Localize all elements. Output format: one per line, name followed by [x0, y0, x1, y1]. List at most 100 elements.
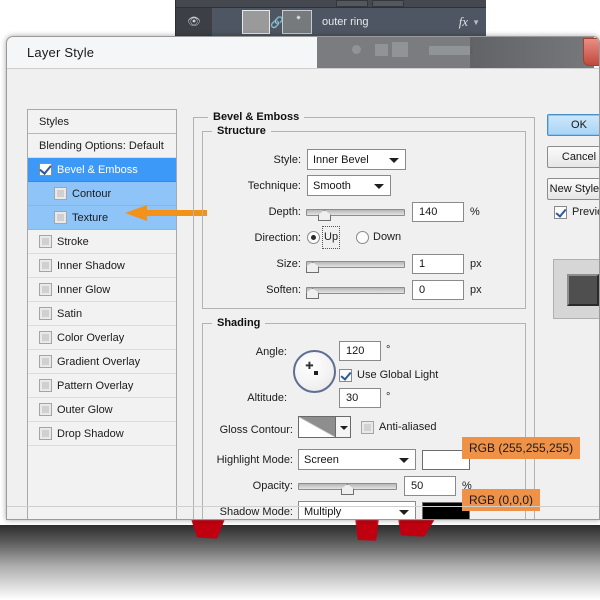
size-input[interactable]: 1: [412, 254, 464, 274]
sidebar-item-drop-shadow[interactable]: Drop Shadow: [28, 422, 176, 446]
cancel-button[interactable]: Cancel: [547, 146, 600, 168]
preview-thumbnail-panel: [553, 259, 600, 319]
pattern-overlay-checkbox[interactable]: [39, 379, 52, 392]
sidebar-item-texture[interactable]: Texture: [28, 206, 176, 230]
glass-ghost-shape: [392, 42, 408, 57]
size-unit: px: [470, 254, 482, 274]
slider-track[interactable]: [306, 261, 405, 268]
gloss-contour-swatch[interactable]: [298, 416, 336, 438]
highlight-opacity-row: Opacity:: [203, 476, 293, 496]
eye-icon[interactable]: 👁: [187, 17, 201, 28]
highlight-rgb-annotation: RGB (255,255,255): [462, 437, 580, 459]
layer-mask-thumbnail[interactable]: [282, 10, 312, 34]
layer-row-outer-ring[interactable]: 👁 🔗 outer ring fx ▼: [176, 8, 486, 36]
canvas-artwork-peek: [0, 519, 600, 600]
reset-to-default-button[interactable]: Reset to Default: [356, 519, 452, 520]
angle-input[interactable]: 120: [339, 341, 381, 361]
close-icon[interactable]: [583, 38, 600, 66]
satin-checkbox[interactable]: [39, 307, 52, 320]
highlight-opacity-input[interactable]: 50: [404, 476, 456, 496]
sidebar-item-satin[interactable]: Satin: [28, 302, 176, 326]
highlight-opacity-value: 50: [411, 477, 423, 496]
soften-slider[interactable]: [306, 280, 405, 300]
angle-label: Angle:: [256, 342, 287, 362]
sidebar-item-label: Texture: [72, 206, 108, 230]
sidebar-item-blending-options[interactable]: Blending Options: Default: [28, 134, 176, 158]
layer-thumbnail[interactable]: [242, 10, 270, 34]
slider-track[interactable]: [306, 287, 405, 294]
radio-dot: [356, 231, 369, 244]
altitude-input[interactable]: 30: [339, 388, 381, 408]
outer-glow-checkbox[interactable]: [39, 403, 52, 416]
layers-toolbar-button[interactable]: [372, 0, 404, 7]
inner-shadow-checkbox[interactable]: [39, 259, 52, 272]
direction-down-label: Down: [373, 228, 401, 247]
gloss-contour-dropdown[interactable]: [336, 416, 351, 438]
highlight-mode-select[interactable]: Screen: [298, 449, 416, 470]
chevron-down-icon: [389, 158, 399, 163]
sidebar-item-label: Stroke: [57, 230, 89, 254]
screenshot-root: 👁 🔗 outer ring fx ▼ Layer Style: [0, 0, 600, 600]
dialog-titlebar[interactable]: Layer Style: [7, 37, 600, 69]
sidebar-item-bevel-and-emboss[interactable]: Bevel & Emboss: [28, 158, 176, 182]
sidebar-item-label: Satin: [57, 302, 82, 326]
sidebar-item-label: Gradient Overlay: [57, 350, 140, 374]
ok-button[interactable]: OK: [547, 114, 600, 136]
new-style-button[interactable]: New Style...: [547, 178, 600, 200]
layer-visibility-cell[interactable]: 👁: [176, 8, 212, 36]
bevel-emboss-checkbox[interactable]: [39, 163, 52, 176]
direction-up-label: Up: [324, 228, 338, 247]
sidebar-item-outer-glow[interactable]: Outer Glow: [28, 398, 176, 422]
angle-dial[interactable]: ✚: [293, 350, 336, 393]
styles-list-panel: Styles Blending Options: Default Bevel &…: [27, 109, 177, 520]
footer-divider: [7, 506, 600, 507]
shadow-mode-select[interactable]: Multiply: [298, 501, 416, 520]
fx-icon[interactable]: fx: [459, 14, 468, 30]
sidebar-item-label: Bevel & Emboss: [57, 158, 138, 182]
drop-shadow-checkbox[interactable]: [39, 427, 52, 440]
style-select[interactable]: Inner Bevel: [307, 149, 406, 170]
layer-name[interactable]: outer ring: [322, 16, 459, 28]
dialog-title: Layer Style: [27, 45, 94, 60]
gloss-contour-row: Gloss Contour:: [203, 420, 293, 440]
technique-select[interactable]: Smooth: [307, 175, 391, 196]
contour-curve-graphic: [299, 417, 335, 437]
size-slider[interactable]: [306, 254, 405, 274]
depth-slider[interactable]: [306, 202, 405, 222]
angle-row: Angle:: [203, 342, 287, 362]
sidebar-item-label: Contour: [72, 182, 111, 206]
color-overlay-checkbox[interactable]: [39, 331, 52, 344]
soften-input[interactable]: 0: [412, 280, 464, 300]
highlight-mode-label: Highlight Mode:: [217, 450, 293, 470]
gradient-overlay-checkbox[interactable]: [39, 355, 52, 368]
make-default-button[interactable]: Make Default: [256, 519, 336, 520]
shadow-rgb-annotation: RGB (0,0,0): [462, 489, 540, 511]
sidebar-item-inner-glow[interactable]: Inner Glow: [28, 278, 176, 302]
checkbox-box: [554, 206, 567, 219]
highlight-opacity-slider[interactable]: [298, 476, 397, 496]
link-icon[interactable]: 🔗: [270, 16, 282, 29]
sidebar-item-inner-shadow[interactable]: Inner Shadow: [28, 254, 176, 278]
sidebar-item-pattern-overlay[interactable]: Pattern Overlay: [28, 374, 176, 398]
bevel-emboss-legend: Bevel & Emboss: [208, 111, 304, 123]
soften-row: Soften:: [203, 280, 301, 300]
soften-unit: px: [470, 280, 482, 300]
inner-glow-checkbox[interactable]: [39, 283, 52, 296]
chevron-down-icon[interactable]: ▼: [472, 18, 480, 27]
layers-toolbar-button[interactable]: [336, 0, 368, 7]
angle-dial-marker-icon: ✚: [305, 362, 314, 371]
sidebar-item-color-overlay[interactable]: Color Overlay: [28, 326, 176, 350]
depth-input[interactable]: 140: [412, 202, 464, 222]
size-row: Size:: [203, 254, 301, 274]
sidebar-item-contour[interactable]: Contour: [28, 182, 176, 206]
highlight-opacity-label: Opacity:: [253, 476, 293, 496]
sidebar-item-gradient-overlay[interactable]: Gradient Overlay: [28, 350, 176, 374]
glass-ghost-shape: [429, 46, 473, 55]
stroke-checkbox[interactable]: [39, 235, 52, 248]
style-value: Inner Bevel: [313, 150, 369, 170]
sidebar-item-stroke[interactable]: Stroke: [28, 230, 176, 254]
contour-checkbox[interactable]: [54, 187, 67, 200]
texture-checkbox[interactable]: [54, 211, 67, 224]
altitude-value: 30: [346, 389, 358, 408]
size-label: Size:: [277, 254, 301, 274]
